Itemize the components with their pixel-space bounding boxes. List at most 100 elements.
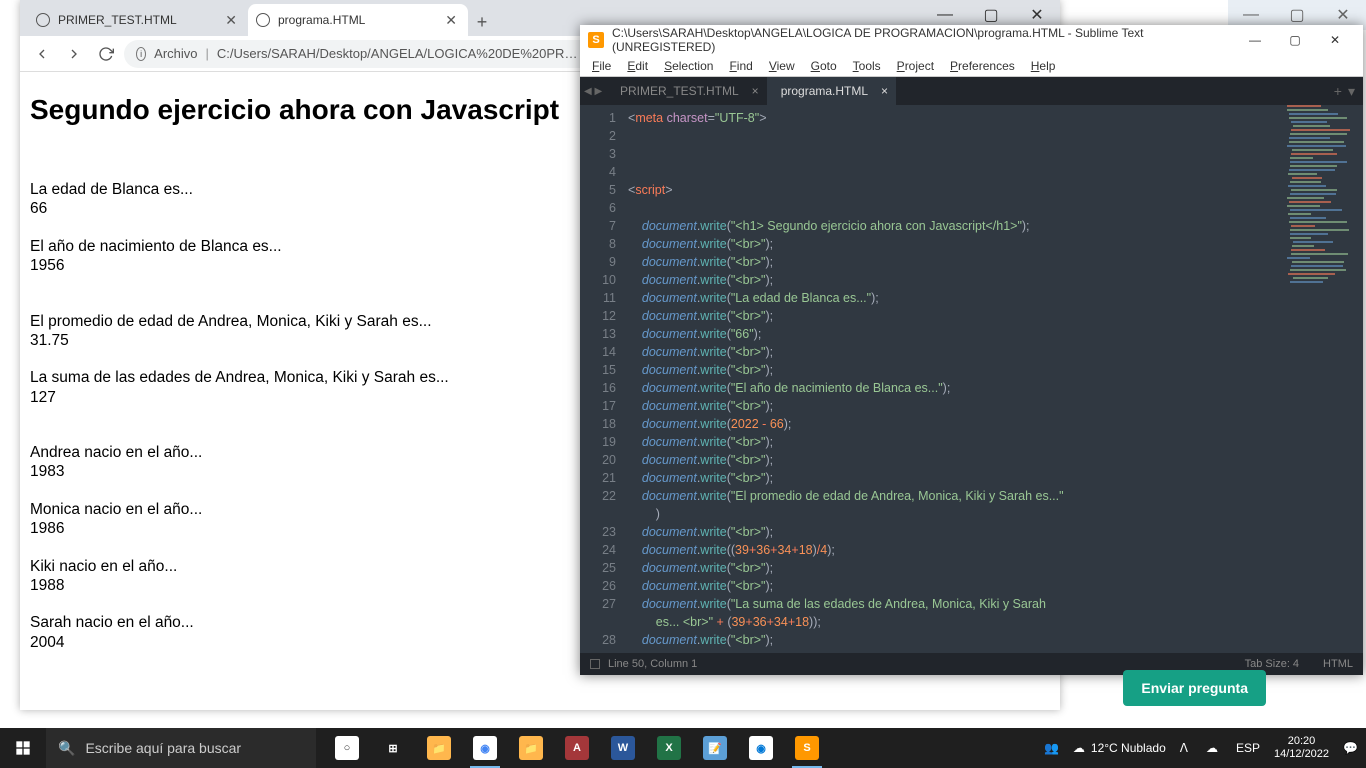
code-line[interactable]: document.write("<br>"); xyxy=(628,433,1363,451)
chrome-tab-programa[interactable]: programa.HTML ✕ xyxy=(248,4,468,36)
code-line[interactable]: document.write((39+36+34+18)/4); xyxy=(628,541,1363,559)
code-line[interactable]: document.write("<br>"); xyxy=(628,271,1363,289)
code-line[interactable]: document.write("<br>"); xyxy=(628,397,1363,415)
code-line[interactable] xyxy=(628,163,1363,181)
onedrive-icon[interactable]: ☁ xyxy=(1202,741,1222,755)
reload-button[interactable] xyxy=(92,40,120,68)
taskbar-app-sublime[interactable]: S xyxy=(784,728,830,768)
clock-date: 14/12/2022 xyxy=(1274,748,1329,761)
back-button[interactable] xyxy=(28,40,56,68)
line-number: 25 xyxy=(580,559,616,577)
taskbar-app-edge[interactable]: ◉ xyxy=(738,728,784,768)
search-placeholder: Escribe aquí para buscar xyxy=(85,740,241,756)
code-line[interactable]: document.write("<br>"); xyxy=(628,235,1363,253)
taskbar-app-word[interactable]: W xyxy=(600,728,646,768)
status-language[interactable]: HTML xyxy=(1323,658,1353,670)
language-indicator[interactable]: ESP xyxy=(1232,741,1264,755)
status-tab-size[interactable]: Tab Size: 4 xyxy=(1245,658,1299,670)
close-icon[interactable]: × xyxy=(752,84,759,98)
code-line[interactable]: document.write("<br>"); xyxy=(628,469,1363,487)
menu-preferences[interactable]: Preferences xyxy=(942,59,1023,73)
edge-icon: ◉ xyxy=(749,736,773,760)
menu-view[interactable]: View xyxy=(761,59,803,73)
sublime-editor[interactable]: 1234567891011121314151617181920212223242… xyxy=(580,105,1363,651)
close-icon[interactable]: ✕ xyxy=(222,12,240,29)
status-checkbox[interactable] xyxy=(590,659,600,669)
close-icon[interactable]: ✕ xyxy=(442,12,460,29)
close-icon[interactable]: × xyxy=(881,84,888,98)
menu-help[interactable]: Help xyxy=(1023,59,1064,73)
minimap[interactable] xyxy=(1283,105,1363,285)
code-line[interactable]: document.write("<br>"); xyxy=(628,559,1363,577)
taskbar-search[interactable]: 🔍 Escribe aquí para buscar xyxy=(46,728,316,768)
taskbar-clock[interactable]: 20:20 14/12/2022 xyxy=(1274,735,1329,761)
code-line[interactable]: <meta charset="UTF-8"> xyxy=(628,109,1363,127)
new-tab-button[interactable]: + xyxy=(468,8,496,36)
menu-goto[interactable]: Goto xyxy=(803,59,845,73)
code-line[interactable]: document.write("El promedio de edad de A… xyxy=(628,487,1363,523)
line-number: 6 xyxy=(580,199,616,217)
tab-nav-icons[interactable]: ◀ ▶ xyxy=(584,86,602,97)
separator: | xyxy=(206,46,209,61)
weather-widget[interactable]: ☁ 12°C Nublado xyxy=(1073,741,1166,755)
code-line[interactable] xyxy=(628,199,1363,217)
code-line[interactable]: document.write("<br>"); xyxy=(628,451,1363,469)
forward-button[interactable] xyxy=(60,40,88,68)
line-number: 13 xyxy=(580,325,616,343)
code-line[interactable]: document.write("<h1> Segundo ejercicio a… xyxy=(628,217,1363,235)
taskbar-app-np[interactable]: 📝 xyxy=(692,728,738,768)
taskbar-app-excel[interactable]: X xyxy=(646,728,692,768)
line-number: 22 xyxy=(580,487,616,523)
code-line[interactable]: document.write("<br>"); xyxy=(628,343,1363,361)
tab-menu-icon[interactable]: ▾ xyxy=(1348,83,1355,100)
taskbar-app-taskview[interactable]: ⊞ xyxy=(370,728,416,768)
taskbar-app-folder[interactable]: 📁 xyxy=(416,728,462,768)
code-line[interactable]: document.write("<br>"); xyxy=(628,307,1363,325)
code-area[interactable]: <meta charset="UTF-8"> <script> document… xyxy=(622,105,1363,651)
code-line[interactable]: document.write("El año de nacimiento de … xyxy=(628,379,1363,397)
taskbar-app-access[interactable]: A xyxy=(554,728,600,768)
chrome-tab-primer[interactable]: PRIMER_TEST.HTML ✕ xyxy=(28,4,248,36)
notifications-icon[interactable]: 💬 xyxy=(1339,741,1362,755)
taskbar-app-explorer[interactable]: 📁 xyxy=(508,728,554,768)
menu-edit[interactable]: Edit xyxy=(619,59,656,73)
line-number: 2 xyxy=(580,127,616,145)
start-button[interactable] xyxy=(0,728,46,768)
code-line[interactable]: <script> xyxy=(628,181,1363,199)
sublime-titlebar[interactable]: S C:\Users\SARAH\Desktop\ANGELA\LOGICA D… xyxy=(580,25,1363,55)
code-line[interactable]: document.write("<br>"); xyxy=(628,631,1363,649)
sublime-tab-programa[interactable]: programa.HTML × xyxy=(767,77,896,105)
tray-chevron-icon[interactable]: ᐱ xyxy=(1176,741,1192,755)
menu-find[interactable]: Find xyxy=(721,59,760,73)
code-line[interactable]: document.write("<br>"); xyxy=(628,577,1363,595)
code-line[interactable] xyxy=(628,145,1363,163)
menu-project[interactable]: Project xyxy=(889,59,942,73)
line-number: 8 xyxy=(580,235,616,253)
code-line[interactable] xyxy=(628,127,1363,145)
weather-icon: ☁ xyxy=(1073,741,1085,755)
new-tab-icon[interactable]: + xyxy=(1334,83,1342,100)
code-line[interactable]: document.write("La edad de Blanca es..."… xyxy=(628,289,1363,307)
sublime-tab-primer[interactable]: PRIMER_TEST.HTML × xyxy=(606,77,767,105)
line-number: 11 xyxy=(580,289,616,307)
menu-tools[interactable]: Tools xyxy=(845,59,889,73)
address-bar[interactable]: i Archivo | C:/Users/SARAH/Desktop/ANGEL… xyxy=(124,40,594,68)
code-line[interactable]: document.write(2022 - 66); xyxy=(628,415,1363,433)
line-number: 4 xyxy=(580,163,616,181)
code-line[interactable]: document.write("<br>"); xyxy=(628,523,1363,541)
people-icon[interactable]: 👥 xyxy=(1040,741,1063,755)
code-line[interactable]: document.write("La suma de las edades de… xyxy=(628,595,1363,631)
code-line[interactable]: document.write("<br>"); xyxy=(628,361,1363,379)
taskbar-apps: ○⊞📁◉📁AWX📝◉S xyxy=(324,728,830,768)
menu-file[interactable]: File xyxy=(584,59,619,73)
taskbar-app-cortana[interactable]: ○ xyxy=(324,728,370,768)
sublime-maximize-button[interactable]: ▢ xyxy=(1275,25,1315,55)
send-question-button[interactable]: Enviar pregunta xyxy=(1123,670,1266,706)
menu-selection[interactable]: Selection xyxy=(656,59,721,73)
line-number: 15 xyxy=(580,361,616,379)
sublime-close-button[interactable]: ✕ xyxy=(1315,25,1355,55)
taskbar-app-chrome[interactable]: ◉ xyxy=(462,728,508,768)
code-line[interactable]: document.write("66"); xyxy=(628,325,1363,343)
sublime-minimize-button[interactable]: — xyxy=(1235,25,1275,55)
code-line[interactable]: document.write("<br>"); xyxy=(628,253,1363,271)
